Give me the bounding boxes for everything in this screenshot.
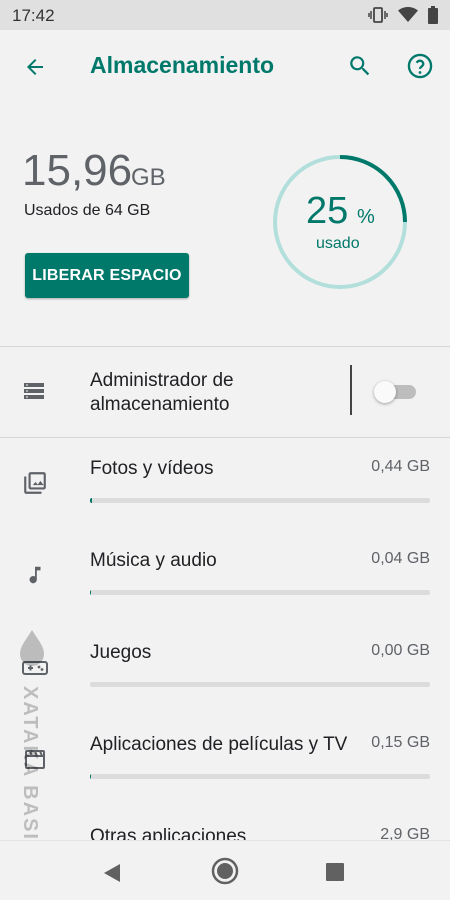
help-button[interactable] — [404, 50, 436, 82]
usage-label: usado — [316, 235, 360, 252]
category-label: Juegos — [90, 642, 152, 663]
battery-icon — [428, 6, 438, 29]
status-time: 17:42 — [12, 6, 55, 25]
search-icon — [350, 56, 370, 76]
triangle-back-icon — [104, 864, 120, 882]
nav-home-button[interactable] — [210, 856, 240, 886]
vibrate-icon — [368, 7, 388, 28]
page-title: Almacenamiento — [90, 52, 275, 78]
usage-percent-sign: % — [357, 206, 375, 228]
status-icons — [368, 6, 438, 29]
storage-manager-label: Administrador de almacenamiento — [90, 370, 234, 415]
help-icon — [407, 53, 433, 79]
toggle-thumb — [374, 381, 396, 403]
music-note-icon — [20, 560, 50, 590]
vertical-separator — [350, 365, 352, 415]
category-size: 0,04 GB — [371, 550, 430, 567]
free-space-button[interactable]: LIBERAR ESPACIO — [25, 253, 189, 298]
category-label: Aplicaciones de películas y TV — [90, 734, 348, 755]
storage-icon — [22, 379, 46, 408]
category-row-photos[interactable]: Fotos y vídeos 0,44 GB — [0, 438, 450, 530]
category-usage-bar — [90, 682, 430, 687]
category-size: 0,00 GB — [371, 642, 430, 659]
navigation-bar — [0, 840, 450, 900]
circle-home-icon — [211, 857, 239, 885]
storage-manager-toggle[interactable] — [374, 381, 416, 403]
category-usage-bar — [90, 590, 430, 595]
photo-library-icon — [20, 468, 50, 498]
category-size: 0,15 GB — [371, 734, 430, 751]
arrow-back-icon — [27, 59, 43, 75]
category-usage-bar — [90, 498, 430, 503]
category-row-music[interactable]: Música y audio 0,04 GB — [0, 530, 450, 622]
storage-manager-row[interactable]: Administrador de almacenamiento — [0, 347, 450, 437]
category-size: 0,44 GB — [371, 458, 430, 475]
status-bar: 17:42 — [0, 0, 450, 30]
usage-percent: 25 — [306, 190, 349, 232]
category-usage-fill — [90, 498, 93, 503]
used-value: 15,96 — [22, 146, 133, 195]
nav-back-button[interactable] — [98, 859, 126, 887]
category-label: Música y audio — [90, 550, 217, 571]
category-usage-fill — [90, 774, 91, 779]
category-row-games[interactable]: Juegos 0,00 GB — [0, 622, 450, 714]
app-bar: Almacenamiento — [0, 30, 450, 102]
square-recents-icon — [326, 863, 344, 881]
used-unit: GB — [131, 164, 166, 191]
category-row-movies[interactable]: Aplicaciones de películas y TV 0,15 GB — [0, 714, 450, 806]
wifi-icon — [398, 7, 418, 28]
category-label: Fotos y vídeos — [90, 458, 214, 479]
nav-recents-button[interactable] — [322, 859, 348, 885]
storage-summary: 15,96 GB Usados de 64 GB LIBERAR ESPACIO… — [0, 102, 450, 346]
used-of-total: Usados de 64 GB — [24, 202, 151, 219]
back-button[interactable] — [18, 50, 52, 84]
search-button[interactable] — [344, 50, 376, 82]
category-usage-bar — [90, 774, 430, 779]
